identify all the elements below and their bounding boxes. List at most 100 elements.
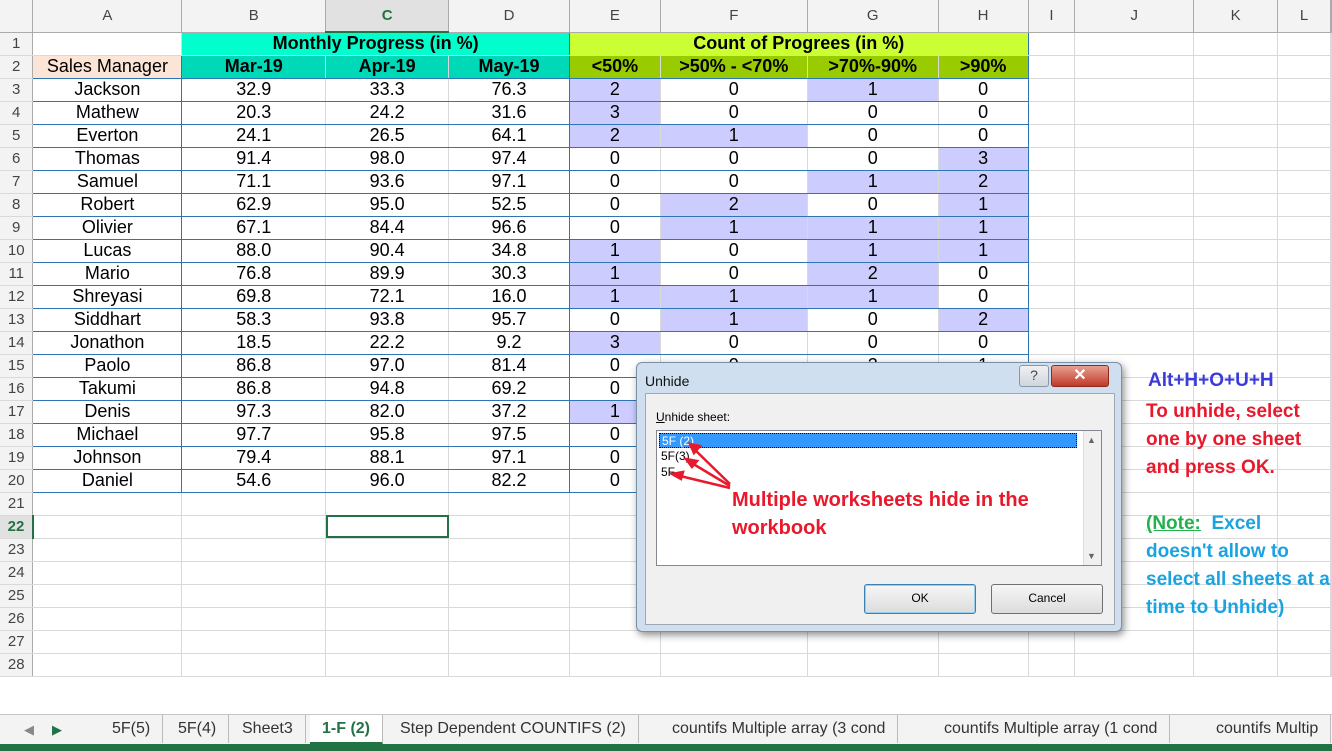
cell[interactable] bbox=[1074, 331, 1195, 355]
count-cell[interactable]: 0 bbox=[660, 239, 808, 263]
manager-name-cell[interactable]: Samuel bbox=[32, 170, 183, 194]
apr-value-cell[interactable]: 33.3 bbox=[325, 78, 450, 102]
row-header[interactable]: 18 bbox=[0, 423, 34, 447]
cell[interactable] bbox=[181, 653, 327, 677]
cell[interactable] bbox=[448, 492, 570, 516]
column-header[interactable]: B bbox=[181, 0, 327, 33]
cell[interactable] bbox=[181, 538, 327, 562]
count-cell[interactable]: 1 bbox=[660, 124, 808, 148]
cell[interactable] bbox=[1277, 354, 1332, 378]
cell[interactable] bbox=[1193, 331, 1278, 355]
apr-value-cell[interactable]: 72.1 bbox=[325, 285, 450, 309]
cell[interactable] bbox=[1330, 216, 1332, 240]
apr-value-cell[interactable]: 95.8 bbox=[325, 423, 450, 447]
cell[interactable] bbox=[1330, 377, 1332, 401]
tab-scroll-left-icon[interactable]: ◀ bbox=[24, 722, 34, 738]
column-header[interactable]: I bbox=[1028, 0, 1076, 33]
cell[interactable] bbox=[1330, 331, 1332, 355]
cell[interactable] bbox=[32, 32, 183, 56]
cell[interactable] bbox=[1330, 55, 1332, 79]
cell[interactable] bbox=[325, 538, 450, 562]
cell[interactable] bbox=[1330, 354, 1332, 378]
cell[interactable] bbox=[1277, 101, 1332, 125]
cell[interactable] bbox=[1074, 262, 1195, 286]
mar-value-cell[interactable]: 91.4 bbox=[181, 147, 327, 171]
cell[interactable] bbox=[1193, 78, 1278, 102]
count-cell[interactable]: 1 bbox=[807, 216, 939, 240]
cell[interactable] bbox=[1074, 216, 1195, 240]
manager-name-cell[interactable]: Mario bbox=[32, 262, 183, 286]
manager-name-cell[interactable]: Everton bbox=[32, 124, 183, 148]
row-header[interactable]: 23 bbox=[0, 538, 34, 562]
count-cell[interactable]: 0 bbox=[938, 78, 1029, 102]
cell[interactable] bbox=[938, 630, 1029, 654]
apr-value-cell[interactable]: 90.4 bbox=[325, 239, 450, 263]
row-header[interactable]: 25 bbox=[0, 584, 34, 608]
count-cell[interactable]: 3 bbox=[569, 101, 661, 125]
list-scrollbar[interactable]: ▲ ▼ bbox=[1083, 431, 1101, 565]
count-cell[interactable]: 0 bbox=[660, 101, 808, 125]
cell[interactable] bbox=[1277, 32, 1332, 56]
apr-value-cell[interactable]: 98.0 bbox=[325, 147, 450, 171]
ok-button[interactable]: OK bbox=[864, 584, 976, 614]
cell[interactable] bbox=[1028, 147, 1076, 171]
month-header[interactable]: Apr-19 bbox=[325, 55, 450, 79]
cell[interactable] bbox=[1028, 170, 1076, 194]
cell[interactable] bbox=[1193, 262, 1278, 286]
cell[interactable] bbox=[1330, 308, 1332, 332]
cell[interactable] bbox=[1330, 630, 1332, 654]
mar-value-cell[interactable]: 18.5 bbox=[181, 331, 327, 355]
count-cell[interactable]: 2 bbox=[938, 308, 1029, 332]
sheet-tab[interactable]: 5F(5) bbox=[100, 715, 164, 743]
cell[interactable] bbox=[569, 630, 661, 654]
apr-value-cell[interactable]: 96.0 bbox=[325, 469, 450, 493]
count-cell[interactable]: 3 bbox=[569, 331, 661, 355]
cell[interactable] bbox=[1193, 147, 1278, 171]
column-header[interactable]: G bbox=[807, 0, 939, 33]
count-cell[interactable]: 0 bbox=[807, 308, 939, 332]
cell[interactable] bbox=[1028, 193, 1076, 217]
cell[interactable] bbox=[1277, 262, 1332, 286]
manager-name-cell[interactable]: Siddhart bbox=[32, 308, 183, 332]
cell[interactable] bbox=[32, 607, 183, 631]
cell[interactable] bbox=[1330, 78, 1332, 102]
cell[interactable] bbox=[1277, 147, 1332, 171]
cell[interactable] bbox=[660, 653, 808, 677]
may-value-cell[interactable]: 52.5 bbox=[448, 193, 570, 217]
cell[interactable] bbox=[1074, 55, 1195, 79]
cell[interactable] bbox=[1330, 469, 1332, 493]
sheet-tab[interactable]: 5F(4) bbox=[166, 715, 230, 743]
list-item-sheet[interactable]: 5F bbox=[659, 465, 677, 480]
may-value-cell[interactable]: 16.0 bbox=[448, 285, 570, 309]
count-cell[interactable]: 0 bbox=[660, 147, 808, 171]
cell[interactable] bbox=[448, 607, 570, 631]
count-cell[interactable]: 1 bbox=[938, 239, 1029, 263]
cell[interactable] bbox=[181, 492, 327, 516]
manager-name-cell[interactable]: Mathew bbox=[32, 101, 183, 125]
cell[interactable] bbox=[32, 515, 183, 539]
may-value-cell[interactable]: 97.1 bbox=[448, 446, 570, 470]
cell[interactable] bbox=[1330, 400, 1332, 424]
cell[interactable] bbox=[1074, 170, 1195, 194]
cell[interactable] bbox=[1074, 653, 1195, 677]
row-header[interactable]: 19 bbox=[0, 446, 34, 470]
count-cell[interactable]: 0 bbox=[938, 101, 1029, 125]
cell[interactable] bbox=[181, 584, 327, 608]
mar-value-cell[interactable]: 88.0 bbox=[181, 239, 327, 263]
cell[interactable] bbox=[938, 653, 1029, 677]
sheet-tab[interactable]: Sheet3 bbox=[230, 715, 306, 743]
cell[interactable] bbox=[448, 538, 570, 562]
manager-name-cell[interactable]: Olivier bbox=[32, 216, 183, 240]
active-cell[interactable] bbox=[325, 515, 450, 539]
row-header[interactable]: 22 bbox=[0, 515, 34, 539]
cell[interactable] bbox=[1193, 308, 1278, 332]
apr-value-cell[interactable]: 84.4 bbox=[325, 216, 450, 240]
cell[interactable] bbox=[181, 561, 327, 585]
cell[interactable] bbox=[181, 607, 327, 631]
count-cell[interactable]: 2 bbox=[938, 170, 1029, 194]
cell[interactable] bbox=[1277, 124, 1332, 148]
tab-scroll-right-icon[interactable]: ▶ bbox=[52, 722, 62, 738]
cell[interactable] bbox=[1277, 308, 1332, 332]
cell[interactable] bbox=[1330, 423, 1332, 447]
cell[interactable] bbox=[1330, 32, 1332, 56]
